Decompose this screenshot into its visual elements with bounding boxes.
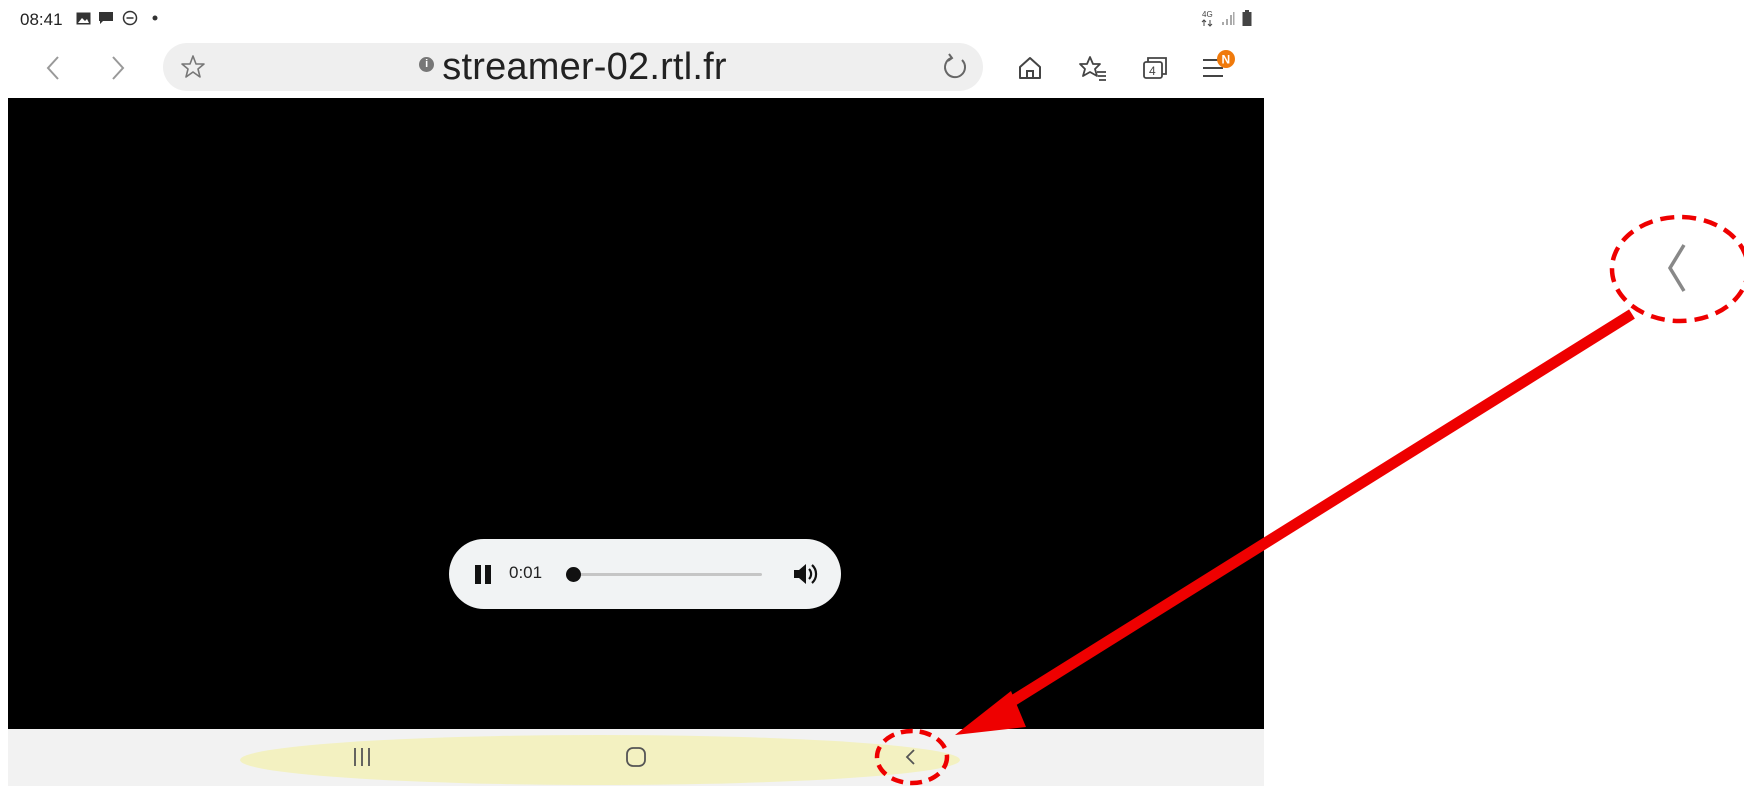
media-viewport[interactable]: 0:01 [8,98,1264,729]
menu-badge: N [1222,53,1231,67]
bookmarks-button[interactable] [1069,44,1117,92]
chevron-left-icon [46,56,59,80]
seek-thumb[interactable] [565,567,581,582]
menu-button[interactable]: N [1195,44,1243,92]
recent-apps-button[interactable] [342,741,382,773]
back-nav-button[interactable] [891,741,931,773]
annotation-circle-callout [1609,214,1744,324]
dot-icon [150,6,160,30]
status-time: 08:41 [20,10,63,29]
url-bar[interactable]: i streamer-02.rtl.fr [163,43,983,91]
svg-text:4G: 4G [1202,10,1213,19]
tabs-icon: 4 [1143,57,1167,79]
menu-icon: N [1203,50,1235,77]
browser-toolbar: i streamer-02.rtl.fr 4 N [0,38,1264,98]
url-text: streamer-02.rtl.fr [442,46,727,88]
seek-bar[interactable] [565,567,762,582]
4g-data-icon: 4G [1201,6,1217,30]
home-button[interactable] [1006,44,1054,92]
volume-button[interactable] [791,559,823,591]
forward-button[interactable] [93,44,141,92]
back-chevron-icon [1667,244,1686,292]
home-icon [1019,57,1041,79]
pause-icon [475,565,481,584]
url-text-container[interactable]: i streamer-02.rtl.fr [163,43,983,91]
do-not-disturb-icon [121,6,139,30]
pause-icon-bar [485,565,491,584]
message-icon [97,6,115,30]
android-screen: 08:41 4G i streamer-02.rtl.fr 4 N 0:01 [0,0,1264,786]
pause-button[interactable] [469,559,503,589]
image-icon [74,6,92,30]
status-bar: 08:41 4G [0,0,1264,38]
volume-icon [794,564,818,584]
signal-icon [1220,6,1236,30]
chevron-right-icon [112,56,125,80]
info-icon[interactable]: i [419,57,435,73]
home-circle-icon [626,747,646,767]
tabs-button[interactable]: 4 [1131,44,1179,92]
reload-button[interactable] [931,43,979,91]
back-button[interactable] [30,44,78,92]
navigation-bar [8,729,1264,786]
tab-count: 4 [1149,64,1156,78]
home-nav-button[interactable] [616,741,656,773]
reload-icon [944,53,967,79]
back-chevron-icon [905,749,915,765]
audio-player[interactable]: 0:01 [449,539,841,609]
current-time: 0:01 [509,563,543,582]
battery-icon [1240,6,1254,30]
recent-apps-icon [354,748,370,766]
bookmarks-list-icon [1079,56,1106,81]
